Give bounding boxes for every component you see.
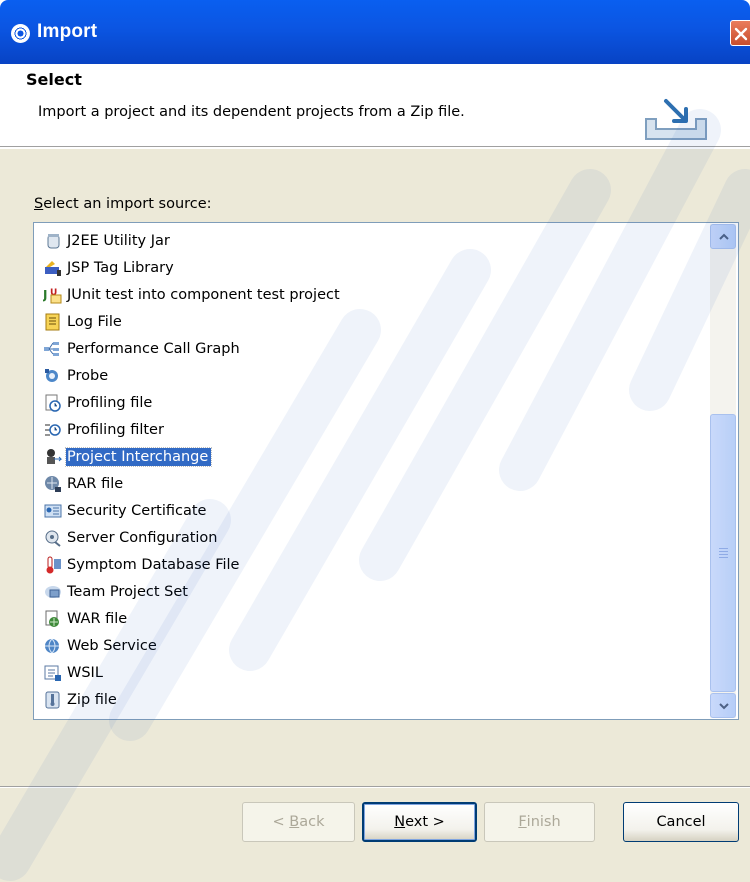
list-item[interactable]: Performance Call Graph: [43, 336, 243, 361]
eclipse-icon: [11, 24, 30, 43]
server-configuration-icon: [45, 530, 61, 547]
log-file-icon: [45, 313, 60, 330]
scroll-grip-icon: [719, 548, 728, 560]
svg-text:J: J: [43, 288, 47, 302]
back-button[interactable]: < Back: [242, 802, 355, 842]
profiling-filter-icon: [45, 423, 61, 436]
wsil-icon: [44, 665, 61, 681]
profiling-file-icon: [45, 394, 61, 412]
call-graph-icon: [44, 341, 59, 356]
list-item[interactable]: RAR file: [43, 471, 126, 496]
list-item[interactable]: Log File: [43, 309, 125, 334]
list-item[interactable]: J2EE Utility Jar: [43, 228, 173, 253]
war-file-icon: [45, 610, 59, 627]
rar-file-icon: [45, 475, 61, 492]
security-certificate-icon: [44, 504, 62, 517]
list-item[interactable]: JU JUnit test into component test projec…: [43, 282, 343, 307]
list-item[interactable]: WSIL: [43, 660, 106, 685]
list-item[interactable]: Zip file: [43, 687, 120, 712]
wizard-header: Select Import a project and its dependen…: [0, 64, 750, 147]
import-source-list[interactable]: J2EE Utility Jar JSP Tag Library JU JUni…: [33, 222, 739, 720]
probe-icon: [45, 368, 58, 382]
jar-icon: [47, 233, 60, 248]
tag-library-icon: [45, 260, 61, 276]
zip-file-icon: [45, 691, 60, 708]
list-item[interactable]: Symptom Database File: [43, 552, 242, 577]
list-item[interactable]: Server Configuration: [43, 525, 221, 550]
list-item[interactable]: Security Certificate: [43, 498, 209, 523]
import-source-label: Select an import source:: [34, 196, 212, 212]
list-item[interactable]: Web Service: [43, 633, 160, 658]
page-description: Import a project and its dependent proje…: [38, 104, 465, 120]
window-title: Import: [37, 21, 98, 42]
finish-button[interactable]: Finish: [484, 802, 595, 842]
chevron-up-icon: [719, 233, 729, 240]
scroll-up-button[interactable]: [710, 224, 736, 249]
scroll-down-button[interactable]: [710, 693, 736, 718]
list-item[interactable]: Project Interchange: [43, 444, 213, 469]
web-service-icon: [45, 638, 59, 653]
team-project-set-icon: [45, 585, 61, 598]
list-item[interactable]: WAR file: [43, 606, 130, 631]
list-scrollbar[interactable]: [710, 224, 736, 718]
close-icon: [734, 27, 748, 41]
close-button[interactable]: [730, 20, 750, 46]
next-button[interactable]: Next >: [362, 802, 477, 842]
list-item[interactable]: Profiling file: [43, 390, 155, 415]
page-heading: Select: [26, 70, 82, 89]
scroll-thumb[interactable]: [710, 414, 736, 692]
list-item[interactable]: JSP Tag Library: [43, 255, 177, 280]
symptom-database-icon: [46, 556, 61, 573]
chevron-down-icon: [719, 703, 729, 710]
button-bar-separator: [0, 786, 750, 788]
list-item[interactable]: Profiling filter: [43, 417, 167, 442]
cancel-button[interactable]: Cancel: [623, 802, 739, 842]
list-item[interactable]: Probe: [43, 363, 111, 388]
project-interchange-icon: [47, 448, 63, 464]
list-item[interactable]: Team Project Set: [43, 579, 191, 604]
title-bar: Import: [0, 0, 750, 64]
import-wizard-icon: [645, 99, 707, 140]
junit-icon: JU: [43, 288, 62, 303]
